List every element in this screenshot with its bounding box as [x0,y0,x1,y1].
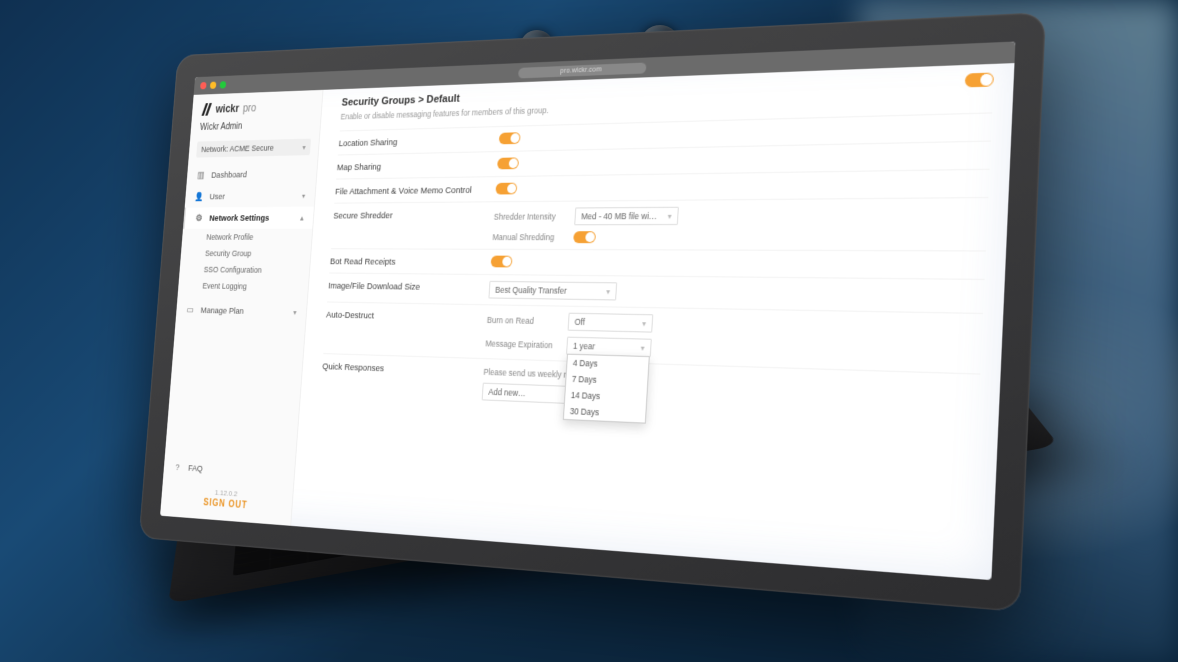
chevron-down-icon: ▾ [606,287,610,296]
label-bot-read-receipts: Bot Read Receipts [330,255,492,268]
label-burn-on-read: Burn on Read [487,315,560,326]
chevron-down-icon: ▾ [302,143,306,151]
window-minimize-icon[interactable] [210,82,217,89]
label-quick-responses: Quick Responses [322,360,484,378]
chevron-down-icon: ▾ [302,191,306,199]
toggle-map-sharing[interactable] [497,157,519,169]
brand-name: wickr [215,102,239,115]
nav-manage-plan-label: Manage Plan [200,305,244,316]
address-bar[interactable]: pro.wickr.com [518,62,646,78]
nav-dashboard[interactable]: ▥ Dashboard [186,162,317,186]
toggle-location-sharing[interactable] [499,132,521,144]
label-location-sharing: Location Sharing [338,133,499,149]
nav-network-settings[interactable]: ⚙ Network Settings ▴ [183,207,314,229]
nav-network-settings-label: Network Settings [209,213,270,223]
nav-dashboard-label: Dashboard [211,170,247,180]
laptop-screen: pro.wickr.com wickr pro Wickr Admin Netw… [160,41,1015,580]
network-selector-label: Network: ACME Secure [201,143,274,154]
select-message-expiration-value: 1 year [573,341,596,352]
add-quick-response-label: Add new… [488,387,526,398]
select-burn-on-read-value: Off [574,317,585,327]
select-shredder-intensity-value: Med - 40 MB file wi… [581,211,657,221]
label-auto-destruct: Auto-Destruct [326,308,488,324]
chevron-up-icon: ▴ [300,214,304,222]
brand-logo: wickr pro [192,90,323,122]
window-zoom-icon[interactable] [220,81,227,88]
chevron-down-icon: ▾ [640,343,644,352]
wickr-slash-icon [201,103,213,116]
help-icon: ? [173,461,183,473]
card-icon: ▭ [185,304,195,315]
label-manual-shredding: Manual Shredding [492,232,564,242]
label-secure-shredder: Secure Shredder [333,208,494,221]
gear-icon: ⚙ [194,213,204,224]
nav-sso-configuration[interactable]: SSO Configuration [179,261,310,279]
label-shredder-intensity: Shredder Intensity [494,212,566,222]
select-burn-on-read[interactable]: Off ▾ [568,313,654,333]
nav-user-label: User [209,192,225,202]
nav-faq-label: FAQ [188,463,203,474]
expiration-dropdown-list: 4 Days 7 Days 14 Days 30 Days [563,354,650,424]
toggle-bot-read-receipts[interactable] [491,256,513,268]
network-selector[interactable]: Network: ACME Secure ▾ [196,139,311,158]
label-image-download-size: Image/File Download Size [328,279,490,294]
label-message-expiration: Message Expiration [485,339,558,351]
toggle-file-attachment[interactable] [495,183,517,195]
select-message-expiration[interactable]: 1 year ▾ 4 Days 7 Days 14 Days 30 Days [566,337,652,357]
brand-suffix: pro [242,101,256,114]
dashboard-icon: ▥ [196,170,206,181]
window-close-icon[interactable] [200,82,207,89]
label-file-attachment: File Attachment & Voice Memo Control [335,183,496,197]
select-download-size-value: Best Quality Transfer [495,285,567,296]
user-icon: 👤 [194,191,204,202]
nav-user[interactable]: 👤 User ▾ [185,184,316,207]
select-shredder-intensity[interactable]: Med - 40 MB file wi… ▾ [574,207,679,226]
nav-event-logging[interactable]: Event Logging [178,277,309,295]
select-download-size[interactable]: Best Quality Transfer ▾ [488,281,617,301]
expiration-option[interactable]: 30 Days [564,403,646,423]
chevron-down-icon: ▾ [642,319,646,328]
chevron-down-icon: ▾ [667,211,671,220]
main-panel: Security Groups > Default Enable or disa… [291,63,1014,580]
chevron-down-icon: ▾ [293,308,297,316]
nav-security-group[interactable]: Security Group [180,245,311,262]
nav-network-profile[interactable]: Network Profile [182,229,313,246]
admin-title: Wickr Admin [190,117,320,138]
breadcrumb-text: Security Groups > Default [341,93,460,108]
label-map-sharing: Map Sharing [337,158,498,173]
nav-manage-plan[interactable]: ▭ Manage Plan ▾ [176,299,307,324]
toggle-manual-shredding[interactable] [573,231,596,243]
group-master-toggle[interactable] [965,72,994,87]
